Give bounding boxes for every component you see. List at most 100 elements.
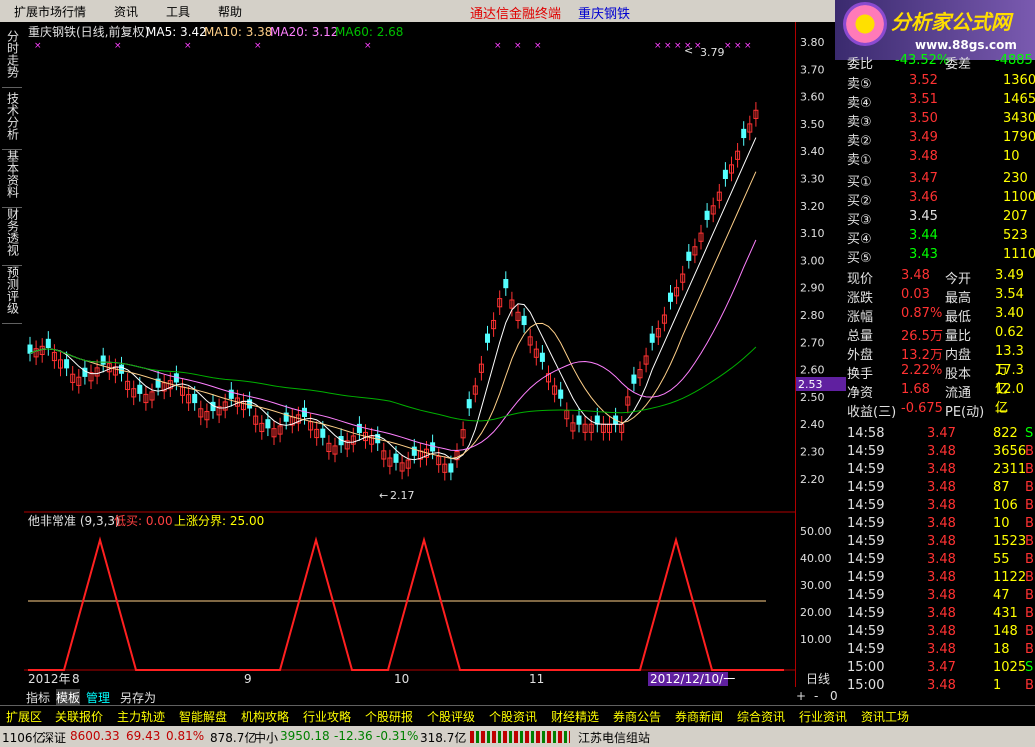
tick-row[interactable]: 14:59 3.48 3656 B [845, 443, 1035, 461]
app-title: 通达信金融终端 [470, 7, 562, 22]
bottom-tab[interactable]: 主力轨迹 [117, 708, 165, 725]
bid-row[interactable]: 买④ 3.44 523 [845, 227, 1035, 247]
candle-body [192, 393, 198, 404]
reset-button[interactable]: 0 [830, 689, 838, 703]
ask-row[interactable]: 卖⑤ 3.52 1360 [845, 72, 1035, 92]
bid-label: 买⑤ [847, 251, 872, 266]
signal-mark: × [674, 41, 682, 51]
bid-row[interactable]: 买① 3.47 230 [845, 170, 1035, 190]
bottom-tab[interactable]: 机构攻略 [241, 708, 289, 725]
kline-chart[interactable]: × × × × × × × × × × × × × × × × 重庆钢铁(日线,前复权) MA5: 3.42 … [24, 22, 795, 687]
tab-template[interactable]: 模板 [56, 689, 81, 706]
stat-label: 外盘 [847, 348, 874, 363]
zoom-in-button[interactable]: + [796, 689, 806, 703]
tick-volume: 47 [993, 588, 1010, 603]
tab-label: 分时走势 [5, 30, 20, 78]
stat-row[interactable]: 换手 2.22% 股本 17.3亿 [845, 362, 1035, 397]
status-sz-amount: 878.7亿 [210, 731, 257, 745]
bottom-tab[interactable]: 综合资讯 [737, 708, 785, 725]
tick-row[interactable]: 14:59 3.48 18 B [845, 641, 1035, 659]
current-price-tag: 2.53 [798, 378, 823, 391]
bottom-tab[interactable]: 资讯工场 [861, 708, 909, 725]
stat-label: 流通 [945, 386, 972, 401]
stat-label: 涨幅 [847, 310, 874, 325]
stat-row[interactable]: 涨幅 0.87% 最低 3.40 [845, 305, 1035, 325]
tick-row[interactable]: 15:00 3.47 1025 S [845, 659, 1035, 677]
bottom-tab[interactable]: 行业攻略 [303, 708, 351, 725]
ask-volume: 1790 [1003, 130, 1035, 145]
tick-row[interactable]: 14:59 3.48 87 B [845, 479, 1035, 497]
menu-ext-market[interactable]: 扩展市场行情 [0, 3, 100, 20]
tick-volume: 87 [993, 480, 1010, 495]
stat-row[interactable]: 收益(三) -0.675 PE(动) 一 [845, 400, 1035, 420]
tick-row[interactable]: 14:59 3.48 10 B [845, 515, 1035, 533]
bid-row[interactable]: 买⑤ 3.43 1110 [845, 246, 1035, 266]
candle-body [539, 352, 545, 362]
menu-info[interactable]: 资讯 [100, 3, 152, 20]
bottom-tab[interactable]: 行业资讯 [799, 708, 847, 725]
ask-row[interactable]: 卖② 3.49 1790 [845, 129, 1035, 149]
stat-value: 13.2万 [901, 348, 943, 363]
tick-row[interactable]: 14:59 3.48 47 B [845, 587, 1035, 605]
tab-financials[interactable]: 财务透视 [2, 208, 22, 266]
price-tick-label: 2.40 [800, 418, 825, 431]
stat-row[interactable]: 现价 3.48 今开 3.49 [845, 267, 1035, 287]
signal-mark: × [534, 41, 542, 51]
ask-row[interactable]: 卖① 3.48 10 [845, 148, 1035, 168]
tick-volume: 431 [993, 606, 1018, 621]
menu-tools[interactable]: 工具 [152, 3, 204, 20]
ask-price: 3.50 [909, 111, 938, 126]
price-axis-svg: 3.80 3.70 3.60 3.50 3.40 3.30 3.20 3.10 3.00 2.90… [796, 36, 846, 686]
tick-time: 14:59 [847, 498, 885, 513]
bottom-tab[interactable]: 财经精选 [551, 708, 599, 725]
tab-forecast[interactable]: 预测评级 [2, 266, 22, 324]
bottom-tab[interactable]: 扩展区 [6, 708, 42, 725]
tab-manage[interactable]: 管理 [86, 689, 110, 706]
bottom-tab[interactable]: 个股研报 [365, 708, 413, 725]
menu-help[interactable]: 帮助 [204, 3, 256, 20]
bottom-tab[interactable]: 个股评级 [427, 708, 475, 725]
tick-side: B [1025, 642, 1034, 657]
indicator-tick-label: 40.00 [800, 552, 832, 565]
tick-row[interactable]: 14:59 3.48 55 B [845, 551, 1035, 569]
tick-time: 15:00 [847, 678, 885, 693]
bottom-tab[interactable]: 券商新闻 [675, 708, 723, 725]
tick-row[interactable]: 14:59 3.48 1122 B [845, 569, 1035, 587]
bottom-tab[interactable]: 关联报价 [55, 708, 103, 725]
tick-row[interactable]: 14:59 3.48 106 B [845, 497, 1035, 515]
stat-row[interactable]: 外盘 13.2万 内盘 13.3万 [845, 343, 1035, 378]
stat-row[interactable]: 净资 1.68 流通 12.0亿 [845, 381, 1035, 416]
tick-row[interactable]: 14:59 3.48 2311 B [845, 461, 1035, 479]
tab-save-as[interactable]: 另存为 [120, 689, 156, 706]
tick-row[interactable]: 14:59 3.48 431 B [845, 605, 1035, 623]
tab-indicator[interactable]: 指标 [26, 689, 50, 706]
zoom-out-button[interactable]: - [814, 689, 818, 703]
tick-price: 3.48 [927, 624, 956, 639]
price-tick-label: 3.00 [800, 254, 825, 267]
bid-price: 3.44 [909, 228, 938, 243]
bid-row[interactable]: 买② 3.46 1100 [845, 189, 1035, 209]
period-label[interactable]: 日线 [806, 672, 830, 686]
tab-fundamentals[interactable]: 基本资料 [2, 150, 22, 208]
market-strength-bar [470, 731, 570, 743]
weibi-value: -43.52% [895, 53, 950, 68]
tick-row[interactable]: 14:59 3.48 1523 B [845, 533, 1035, 551]
bottom-tab[interactable]: 智能解盘 [179, 708, 227, 725]
bid-row[interactable]: 买③ 3.45 207 [845, 208, 1035, 228]
bottom-tab[interactable]: 个股资讯 [489, 708, 537, 725]
tick-row[interactable]: 14:59 3.48 148 B [845, 623, 1035, 641]
tick-side: B [1025, 444, 1034, 459]
tab-technical[interactable]: 技术分析 [2, 92, 22, 150]
stat-row[interactable]: 总量 26.5万 量比 0.62 [845, 324, 1035, 344]
price-tick-label: 2.50 [800, 391, 825, 404]
status-sz-label: 深证 [42, 731, 67, 745]
ask-row[interactable]: 卖③ 3.50 3430 [845, 110, 1035, 130]
stat-value: 3.40 [995, 306, 1024, 321]
ask-row[interactable]: 卖④ 3.51 1465 [845, 91, 1035, 111]
tick-row[interactable]: 15:00 3.48 1 B [845, 677, 1035, 695]
candle-body [137, 384, 143, 394]
stat-row[interactable]: 涨跌 0.03 最高 3.54 [845, 286, 1035, 306]
tick-row[interactable]: 14:58 3.47 822 S [845, 425, 1035, 443]
tab-intraday[interactable]: 分时走势 [2, 30, 22, 88]
bottom-tab[interactable]: 券商公告 [613, 708, 661, 725]
